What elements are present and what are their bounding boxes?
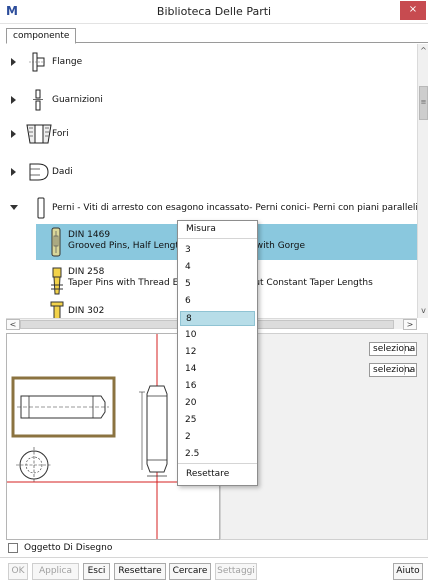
pin-icon xyxy=(36,197,46,222)
dropdown-option[interactable]: 2.5 xyxy=(180,447,255,462)
tree-vertical-scrollbar[interactable]: ^ ≡ v xyxy=(417,44,428,318)
settings-button[interactable]: Settaggi xyxy=(215,563,257,580)
dropdown-option[interactable]: 20 xyxy=(180,396,255,411)
dropdown-reset-item[interactable]: Resettare xyxy=(178,463,257,485)
item-code: DIN 302 xyxy=(68,306,105,316)
dropdown-option[interactable]: 10 xyxy=(180,328,255,343)
tree-category-label: Guarnizioni xyxy=(52,95,103,105)
search-button[interactable]: Cercare xyxy=(169,563,211,580)
property-select[interactable]: seleziona v xyxy=(369,363,417,377)
drawing-object-label: Oggetto Di Disegno xyxy=(24,543,113,553)
help-button[interactable]: Aiuto xyxy=(393,563,423,580)
button-bar: OK Applica Esci Resettare Cercare Settag… xyxy=(0,557,428,583)
dropdown-option[interactable]: 3 xyxy=(180,243,255,258)
chevron-down-icon[interactable]: v xyxy=(404,365,415,375)
rivet-pin-icon xyxy=(50,301,64,318)
tab-componente[interactable]: componente xyxy=(6,28,77,44)
window-title: Biblioteca Delle Parti xyxy=(156,5,272,18)
flange-icon xyxy=(28,52,46,75)
close-button[interactable]: × xyxy=(400,1,426,20)
dropdown-option[interactable]: 2 xyxy=(180,430,255,445)
item-code: DIN 258 xyxy=(68,267,105,277)
dropdown-title: Misura xyxy=(178,221,257,239)
expand-arrow-icon[interactable] xyxy=(11,130,16,138)
dropdown-option[interactable]: 12 xyxy=(180,345,255,360)
scroll-left-icon[interactable]: < xyxy=(6,319,20,330)
ok-button[interactable]: OK xyxy=(8,563,28,580)
taper-pin-icon xyxy=(50,267,64,298)
drawing-object-checkbox[interactable] xyxy=(8,543,18,553)
scroll-up-icon[interactable]: ^ xyxy=(418,44,428,58)
dropdown-option[interactable]: 25 xyxy=(180,413,255,428)
collapse-arrow-icon[interactable] xyxy=(10,205,18,210)
tree-category-guarnizioni[interactable]: Guarnizioni xyxy=(6,88,417,112)
exit-button[interactable]: Esci xyxy=(83,563,110,580)
expand-arrow-icon[interactable] xyxy=(11,58,16,66)
expand-arrow-icon[interactable] xyxy=(11,168,16,176)
tree-category-perni[interactable]: Perni - Viti di arresto con esagono inca… xyxy=(6,196,417,220)
title-bar: M Biblioteca Delle Parti × xyxy=(0,0,428,24)
dropdown-option[interactable]: 16 xyxy=(180,379,255,394)
property-select[interactable]: seleziona v xyxy=(369,342,417,356)
tab-strip: componente xyxy=(6,28,428,44)
tree-category-label: Flange xyxy=(52,57,83,67)
dropdown-option[interactable]: 4 xyxy=(180,260,255,275)
tree-category-label: Perni - Viti di arresto con esagono inca… xyxy=(52,203,417,213)
dropdown-option[interactable]: 8 xyxy=(180,311,255,326)
size-dropdown-menu[interactable]: Misura 3 4 5 6 8 10 12 14 16 20 25 2 2.5 Resettare xyxy=(177,220,258,486)
dropdown-option[interactable]: 6 xyxy=(180,294,255,309)
tree-category-label: Fori xyxy=(52,129,69,139)
hole-icon xyxy=(26,124,52,147)
tree-category-fori[interactable]: Fori xyxy=(6,122,417,146)
expand-arrow-icon[interactable] xyxy=(11,96,16,104)
tree-category-flange[interactable]: Flange xyxy=(6,50,417,74)
dropdown-option[interactable]: 14 xyxy=(180,362,255,377)
scroll-thumb[interactable]: ≡ xyxy=(419,86,428,120)
tree-category-dadi[interactable]: Dadi xyxy=(6,160,417,184)
tree-category-label: Dadi xyxy=(52,167,73,177)
reset-button[interactable]: Resettare xyxy=(114,563,166,580)
gasket-icon xyxy=(32,89,44,114)
apply-button[interactable]: Applica xyxy=(32,563,79,580)
grooved-pin-icon xyxy=(50,227,62,260)
chevron-down-icon[interactable]: v xyxy=(404,344,415,354)
scroll-right-icon[interactable]: > xyxy=(403,319,417,330)
scroll-down-icon[interactable]: v xyxy=(418,304,428,318)
dropdown-option[interactable]: 5 xyxy=(180,277,255,292)
item-code: DIN 1469 xyxy=(68,230,111,240)
nut-icon xyxy=(28,161,50,186)
